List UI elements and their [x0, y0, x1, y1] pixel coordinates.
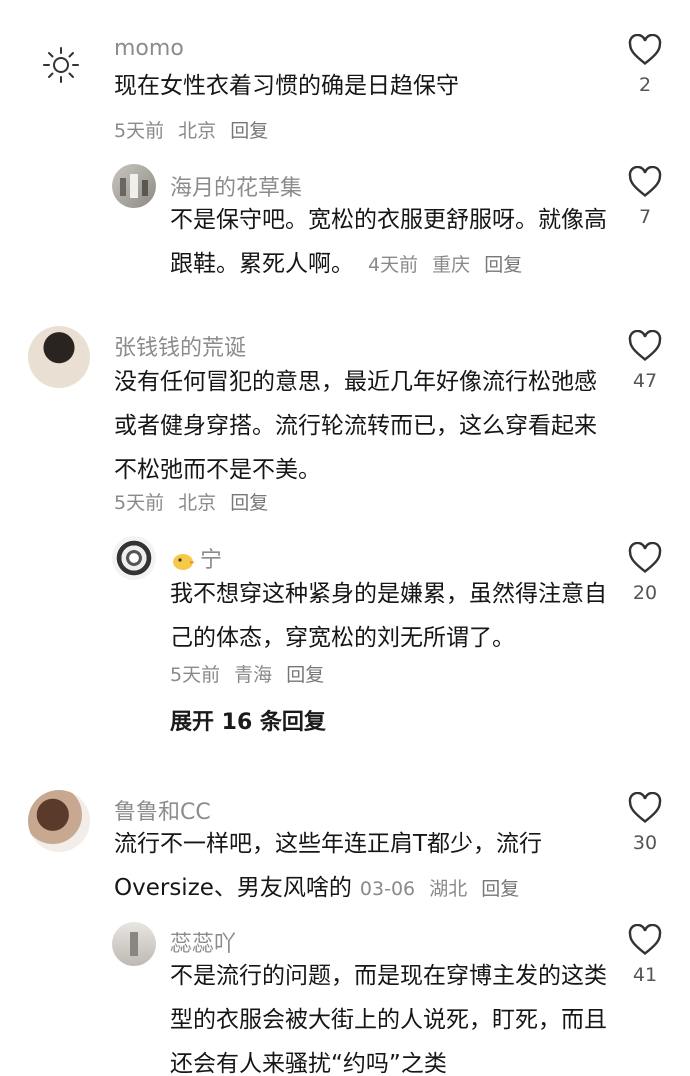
reply-button[interactable]: 回复: [230, 120, 268, 142]
comment-location: 湖北: [429, 878, 468, 900]
comment-text-line: 流行不一样吧，这些年连正肩T都少，流行: [114, 831, 543, 857]
like-button[interactable]: 7: [625, 166, 665, 228]
like-count: 30: [632, 832, 658, 854]
avatar[interactable]: [112, 536, 156, 580]
like-button[interactable]: 30: [625, 792, 665, 854]
avatar[interactable]: [112, 922, 156, 966]
comment-meta: 5天前 北京 回复: [114, 488, 268, 515]
avatar[interactable]: [28, 326, 90, 388]
comment-time: 5天前: [114, 492, 165, 514]
like-button[interactable]: 47: [625, 330, 665, 392]
comment-location: 青海: [234, 664, 273, 686]
comment-location: 重庆: [432, 254, 471, 276]
reply-button[interactable]: 回复: [230, 492, 268, 514]
heart-icon: [628, 542, 662, 573]
like-count: 7: [638, 206, 652, 228]
expand-replies-button[interactable]: 展开 16 条回复: [170, 704, 326, 736]
heart-icon: [628, 166, 662, 197]
commenter-name-text: 宁: [200, 548, 223, 573]
heart-icon: [628, 34, 662, 65]
commenter-name[interactable]: 宁: [170, 542, 222, 574]
comment-text: 不是保守吧。宽松的衣服更舒服呀。就像高跟鞋。累死人啊。 4天前 重庆 回复: [170, 198, 610, 287]
comment-time: 5天前: [170, 664, 221, 686]
like-button[interactable]: 2: [625, 34, 665, 96]
comment-text: 没有任何冒犯的意思，最近几年好像流行松弛感或者健身穿搭。流行轮流转而已，这么穿看…: [114, 369, 597, 483]
comment-text-line2: Oversize、男友风啥的: [114, 875, 352, 901]
heart-icon: [628, 792, 662, 823]
like-count: 2: [638, 74, 652, 96]
reply-button[interactable]: 回复: [481, 878, 519, 900]
chick-emoji-icon: [173, 554, 195, 570]
avatar[interactable]: [112, 164, 156, 208]
commenter-name[interactable]: momo: [114, 36, 184, 61]
comment-meta: 5天前 北京 回复: [114, 116, 268, 143]
like-button[interactable]: 41: [625, 924, 665, 986]
comment-time: 4天前: [368, 254, 419, 276]
like-count: 41: [632, 964, 658, 986]
heart-icon: [628, 330, 662, 361]
like-count: 47: [632, 370, 658, 392]
like-count: 20: [632, 582, 658, 604]
comment-text: 不是流行的问题，而是现在穿博主发的这类型的衣服会被大街上的人说死，盯死，而且还会…: [170, 963, 607, 1076]
comment-location: 北京: [178, 120, 217, 142]
reply-button[interactable]: 回复: [286, 664, 324, 686]
comment-meta: 5天前 青海 回复: [170, 660, 324, 687]
reply-button[interactable]: 回复: [484, 254, 522, 276]
comment-text: 现在女性衣着习惯的确是日趋保守: [114, 73, 459, 99]
avatar[interactable]: [28, 790, 90, 852]
comment-text-line: Oversize、男友风啥的 03-06 湖北 回复: [114, 866, 614, 911]
comment-time: 03-06: [359, 878, 416, 900]
comment-time: 5天前: [114, 120, 165, 142]
sun-icon[interactable]: [42, 46, 80, 84]
comment-text: 流行不一样吧，这些年连正肩T都少，流行 Oversize、男友风啥的 03-06 …: [114, 822, 614, 911]
commenter-name[interactable]: 张钱钱的荒诞: [114, 330, 246, 362]
heart-icon: [628, 924, 662, 955]
comment-list: momo 现在女性衣着习惯的确是日趋保守 5天前 北京 回复 2 海月的花草集 …: [0, 0, 690, 1076]
like-button[interactable]: 20: [625, 542, 665, 604]
comment-location: 北京: [178, 492, 217, 514]
comment-text: 我不想穿这种紧身的是嫌累，虽然得注意自己的体态，穿宽松的刘无所谓了。: [170, 581, 607, 651]
